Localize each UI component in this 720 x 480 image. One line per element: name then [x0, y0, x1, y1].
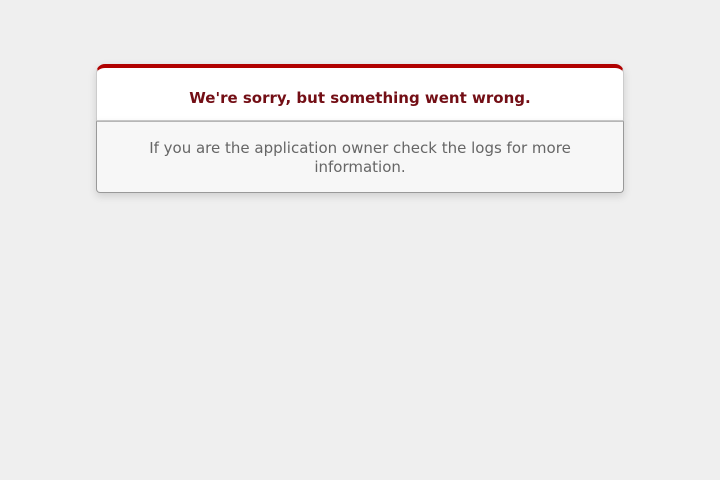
error-message: If you are the application owner check t… — [149, 139, 571, 176]
error-dialog-header: We're sorry, but something went wrong. — [96, 64, 624, 121]
error-title: We're sorry, but something went wrong. — [189, 89, 531, 107]
error-page: { "error": { "title": "We're sorry, but … — [0, 0, 720, 480]
error-dialog: We're sorry, but something went wrong. I… — [96, 64, 624, 193]
error-dialog-body: If you are the application owner check t… — [96, 121, 624, 193]
